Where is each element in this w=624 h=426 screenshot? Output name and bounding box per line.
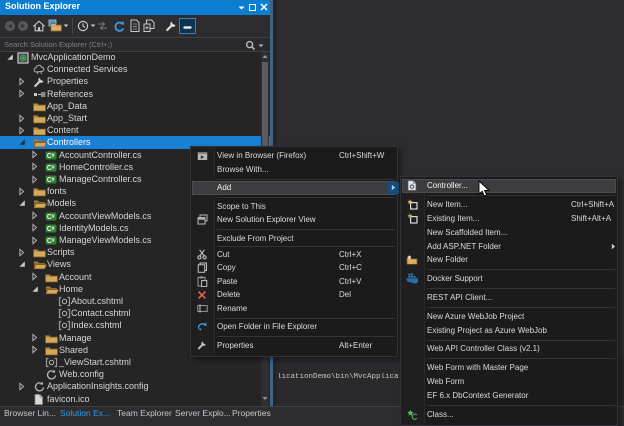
svg-text:#: # (52, 226, 55, 232)
svg-text:#: # (52, 214, 55, 220)
svg-text:#: # (52, 177, 55, 183)
svg-text:#: # (52, 165, 55, 171)
svg-text:#: # (52, 238, 55, 244)
svg-text:#: # (52, 153, 55, 159)
